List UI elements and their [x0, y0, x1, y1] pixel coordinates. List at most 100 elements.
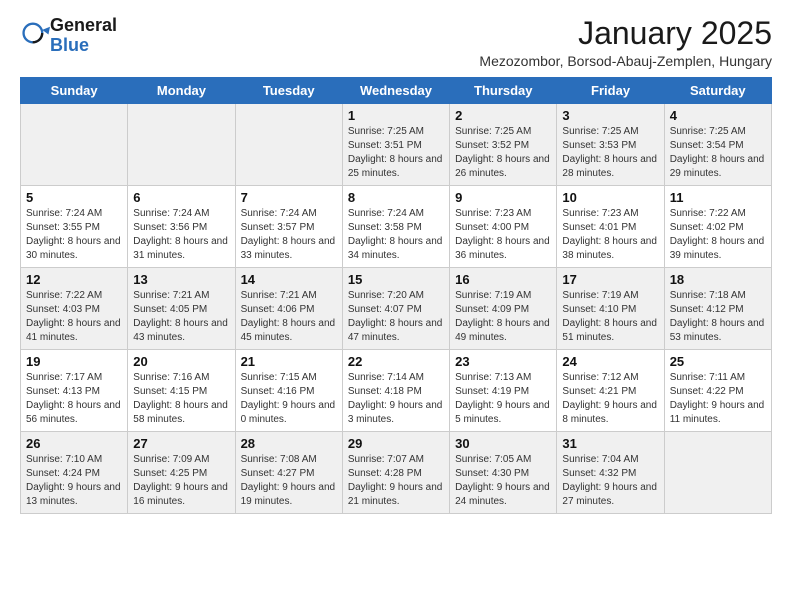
day-info: Sunrise: 7:22 AM Sunset: 4:02 PM Dayligh…	[670, 207, 766, 263]
day-info: Sunrise: 7:12 AM Sunset: 4:21 PM Dayligh…	[562, 371, 658, 427]
header-tuesday: Tuesday	[235, 78, 342, 104]
logo-general-text: General	[50, 15, 117, 35]
day-number: 9	[455, 190, 551, 205]
day-info: Sunrise: 7:19 AM Sunset: 4:09 PM Dayligh…	[455, 289, 551, 345]
cell-week5-day0: 26 Sunrise: 7:10 AM Sunset: 4:24 PM Dayli…	[21, 432, 128, 514]
day-info: Sunrise: 7:11 AM Sunset: 4:22 PM Dayligh…	[670, 371, 766, 427]
cell-week3-day2: 14 Sunrise: 7:21 AM Sunset: 4:06 PM Dayli…	[235, 268, 342, 350]
day-number: 2	[455, 108, 551, 123]
cell-week2-day4: 9 Sunrise: 7:23 AM Sunset: 4:00 PM Daylig…	[450, 186, 557, 268]
weekday-header-row: Sunday Monday Tuesday Wednesday Thursday…	[21, 78, 772, 104]
cell-week2-day5: 10 Sunrise: 7:23 AM Sunset: 4:01 PM Dayli…	[557, 186, 664, 268]
day-number: 31	[562, 436, 658, 451]
cell-week2-day6: 11 Sunrise: 7:22 AM Sunset: 4:02 PM Dayli…	[664, 186, 771, 268]
day-number: 6	[133, 190, 229, 205]
cell-week5-day5: 31 Sunrise: 7:04 AM Sunset: 4:32 PM Dayli…	[557, 432, 664, 514]
cell-week4-day2: 21 Sunrise: 7:15 AM Sunset: 4:16 PM Dayli…	[235, 350, 342, 432]
header: General Blue January 2025 Mezozombor, Bo…	[20, 16, 772, 69]
cell-week4-day1: 20Sunrise: 7:16 AM Sunset: 4:15 PM Dayli…	[128, 350, 235, 432]
day-info: Sunrise: 7:08 AM Sunset: 4:27 PM Dayligh…	[241, 453, 337, 509]
cell-week2-day3: 8 Sunrise: 7:24 AM Sunset: 3:58 PM Daylig…	[342, 186, 449, 268]
title-block: January 2025 Mezozombor, Borsod-Abauj-Ze…	[479, 16, 772, 69]
week-row-1: 1Sunrise: 7:25 AM Sunset: 3:51 PM Daylig…	[21, 104, 772, 186]
logo-blue-text: Blue	[50, 35, 89, 55]
day-info: Sunrise: 7:04 AM Sunset: 4:32 PM Dayligh…	[562, 453, 658, 509]
day-number: 15	[348, 272, 444, 287]
cell-week5-day2: 28 Sunrise: 7:08 AM Sunset: 4:27 PM Dayli…	[235, 432, 342, 514]
cell-week4-day4: 23Sunrise: 7:13 AM Sunset: 4:19 PM Dayli…	[450, 350, 557, 432]
day-info: Sunrise: 7:21 AM Sunset: 4:06 PM Dayligh…	[241, 289, 337, 345]
day-number: 13	[133, 272, 229, 287]
day-number: 26	[26, 436, 122, 451]
cell-week3-day0: 12 Sunrise: 7:22 AM Sunset: 4:03 PM Dayli…	[21, 268, 128, 350]
day-info: Sunrise: 7:24 AM Sunset: 3:57 PM Dayligh…	[241, 207, 337, 263]
header-friday: Friday	[557, 78, 664, 104]
week-row-5: 26 Sunrise: 7:10 AM Sunset: 4:24 PM Dayli…	[21, 432, 772, 514]
calendar-title: January 2025	[479, 16, 772, 51]
day-number: 3	[562, 108, 658, 123]
cell-week4-day5: 24 Sunrise: 7:12 AM Sunset: 4:21 PM Dayli…	[557, 350, 664, 432]
day-number: 14	[241, 272, 337, 287]
week-row-4: 19 Sunrise: 7:17 AM Sunset: 4:13 PM Dayli…	[21, 350, 772, 432]
day-number: 16	[455, 272, 551, 287]
day-info: Sunrise: 7:25 AM Sunset: 3:52 PM Dayligh…	[455, 125, 551, 181]
day-info: Sunrise: 7:05 AM Sunset: 4:30 PM Dayligh…	[455, 453, 551, 509]
day-info: Sunrise: 7:22 AM Sunset: 4:03 PM Dayligh…	[26, 289, 122, 345]
day-number: 19	[26, 354, 122, 369]
day-number: 10	[562, 190, 658, 205]
day-info: Sunrise: 7:25 AM Sunset: 3:54 PM Dayligh…	[670, 125, 766, 181]
cell-week4-day6: 25 Sunrise: 7:11 AM Sunset: 4:22 PM Dayli…	[664, 350, 771, 432]
day-info: Sunrise: 7:14 AM Sunset: 4:18 PM Dayligh…	[348, 371, 444, 427]
cell-week4-day3: 22Sunrise: 7:14 AM Sunset: 4:18 PM Dayli…	[342, 350, 449, 432]
day-number: 18	[670, 272, 766, 287]
day-info: Sunrise: 7:09 AM Sunset: 4:25 PM Dayligh…	[133, 453, 229, 509]
day-number: 27	[133, 436, 229, 451]
logo: General Blue	[20, 16, 117, 56]
cell-week4-day0: 19 Sunrise: 7:17 AM Sunset: 4:13 PM Dayli…	[21, 350, 128, 432]
cell-week1-day3: 1Sunrise: 7:25 AM Sunset: 3:51 PM Daylig…	[342, 104, 449, 186]
header-monday: Monday	[128, 78, 235, 104]
day-info: Sunrise: 7:18 AM Sunset: 4:12 PM Dayligh…	[670, 289, 766, 345]
cell-week3-day1: 13Sunrise: 7:21 AM Sunset: 4:05 PM Dayli…	[128, 268, 235, 350]
day-info: Sunrise: 7:25 AM Sunset: 3:53 PM Dayligh…	[562, 125, 658, 181]
cell-week1-day4: 2 Sunrise: 7:25 AM Sunset: 3:52 PM Daylig…	[450, 104, 557, 186]
day-info: Sunrise: 7:25 AM Sunset: 3:51 PM Dayligh…	[348, 125, 444, 181]
page: General Blue January 2025 Mezozombor, Bo…	[0, 0, 792, 534]
week-row-3: 12 Sunrise: 7:22 AM Sunset: 4:03 PM Dayli…	[21, 268, 772, 350]
header-saturday: Saturday	[664, 78, 771, 104]
day-number: 4	[670, 108, 766, 123]
day-info: Sunrise: 7:24 AM Sunset: 3:56 PM Dayligh…	[133, 207, 229, 263]
day-info: Sunrise: 7:20 AM Sunset: 4:07 PM Dayligh…	[348, 289, 444, 345]
day-info: Sunrise: 7:24 AM Sunset: 3:58 PM Dayligh…	[348, 207, 444, 263]
day-info: Sunrise: 7:23 AM Sunset: 4:00 PM Dayligh…	[455, 207, 551, 263]
day-info: Sunrise: 7:07 AM Sunset: 4:28 PM Dayligh…	[348, 453, 444, 509]
cell-week5-day4: 30 Sunrise: 7:05 AM Sunset: 4:30 PM Dayli…	[450, 432, 557, 514]
day-number: 8	[348, 190, 444, 205]
logo-icon	[22, 19, 50, 47]
day-number: 5	[26, 190, 122, 205]
cell-week2-day1: 6 Sunrise: 7:24 AM Sunset: 3:56 PM Daylig…	[128, 186, 235, 268]
cell-week3-day5: 17Sunrise: 7:19 AM Sunset: 4:10 PM Dayli…	[557, 268, 664, 350]
day-info: Sunrise: 7:23 AM Sunset: 4:01 PM Dayligh…	[562, 207, 658, 263]
header-sunday: Sunday	[21, 78, 128, 104]
cell-week1-day6: 4 Sunrise: 7:25 AM Sunset: 3:54 PM Daylig…	[664, 104, 771, 186]
day-info: Sunrise: 7:17 AM Sunset: 4:13 PM Dayligh…	[26, 371, 122, 427]
cell-week2-day0: 5Sunrise: 7:24 AM Sunset: 3:55 PM Daylig…	[21, 186, 128, 268]
cell-week2-day2: 7Sunrise: 7:24 AM Sunset: 3:57 PM Daylig…	[235, 186, 342, 268]
day-number: 25	[670, 354, 766, 369]
day-number: 17	[562, 272, 658, 287]
cell-week5-day6	[664, 432, 771, 514]
cell-week5-day1: 27 Sunrise: 7:09 AM Sunset: 4:25 PM Dayli…	[128, 432, 235, 514]
day-number: 24	[562, 354, 658, 369]
calendar-subtitle: Mezozombor, Borsod-Abauj-Zemplen, Hungar…	[479, 53, 772, 69]
cell-week1-day2	[235, 104, 342, 186]
day-number: 12	[26, 272, 122, 287]
day-info: Sunrise: 7:13 AM Sunset: 4:19 PM Dayligh…	[455, 371, 551, 427]
day-number: 28	[241, 436, 337, 451]
day-info: Sunrise: 7:10 AM Sunset: 4:24 PM Dayligh…	[26, 453, 122, 509]
week-row-2: 5Sunrise: 7:24 AM Sunset: 3:55 PM Daylig…	[21, 186, 772, 268]
day-number: 30	[455, 436, 551, 451]
day-number: 11	[670, 190, 766, 205]
day-number: 21	[241, 354, 337, 369]
day-info: Sunrise: 7:15 AM Sunset: 4:16 PM Dayligh…	[241, 371, 337, 427]
